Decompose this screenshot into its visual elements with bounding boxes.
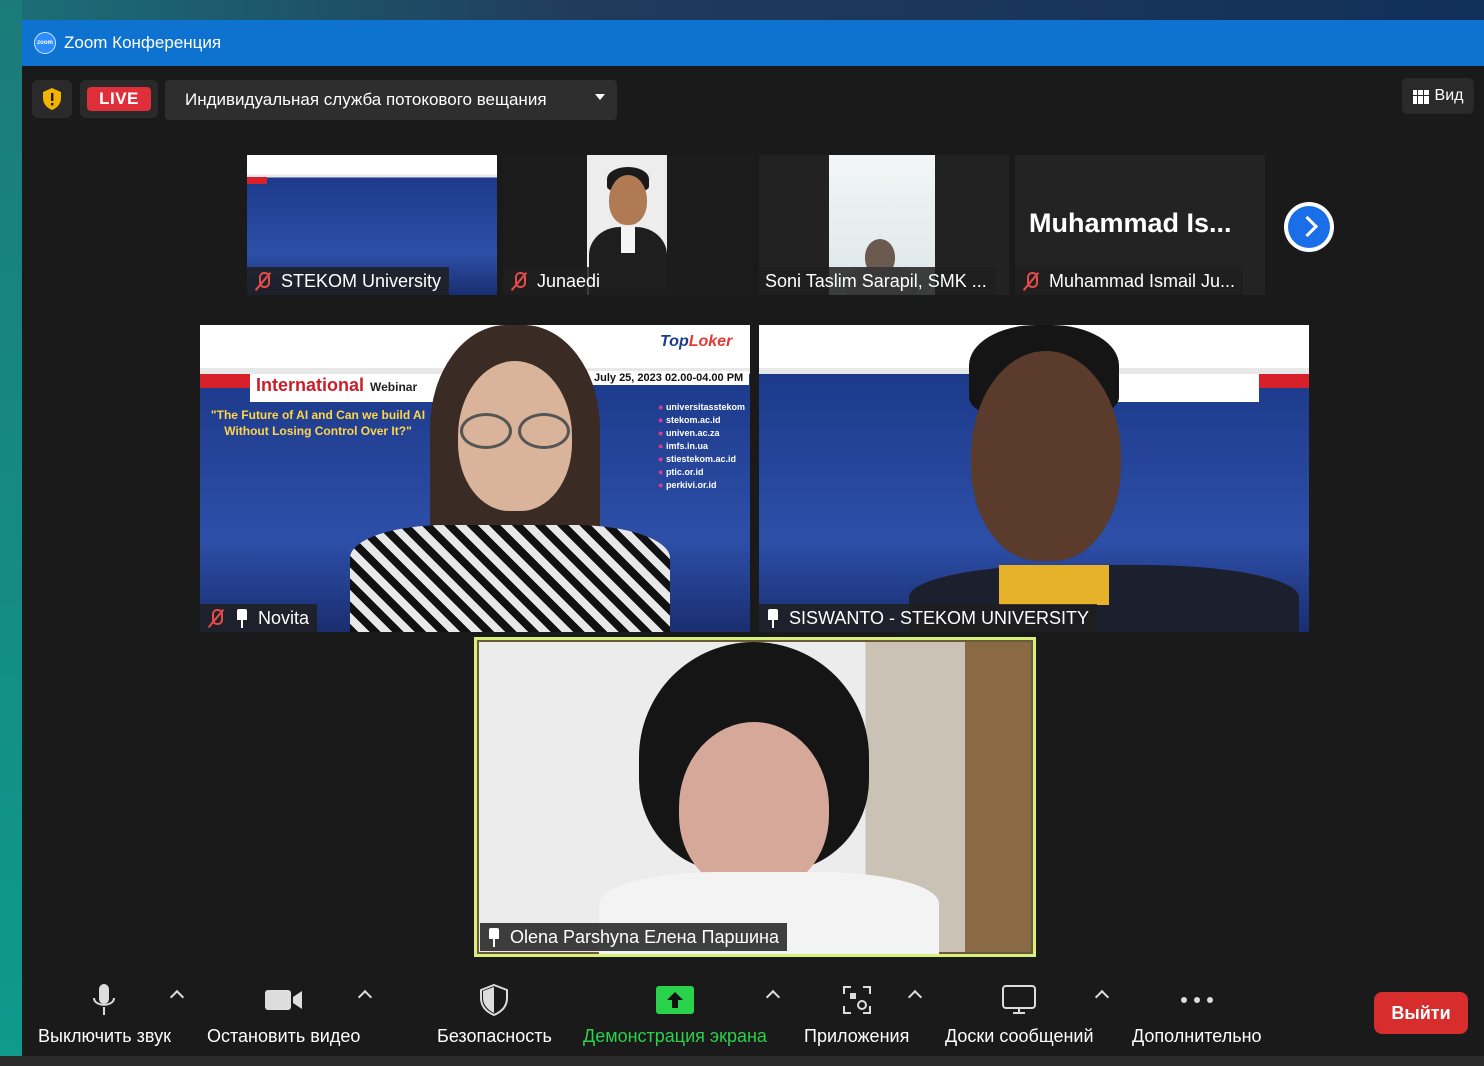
spotlight-pin-icon: [765, 608, 781, 628]
participant-name-tag: SISWANTO - STEKOM UNIVERSITY: [759, 604, 1098, 632]
chevron-down-icon: [595, 94, 605, 100]
whiteboard-icon: [1002, 980, 1037, 1020]
muted-microphone-icon: [206, 608, 226, 628]
participant-name-tag: Novita: [200, 604, 318, 632]
leave-button[interactable]: Выйти: [1374, 992, 1468, 1034]
stop-video-button[interactable]: Остановить видео: [207, 980, 360, 1056]
participant-name-tag: Junaedi: [503, 267, 609, 295]
thumbnail-tile-stekom[interactable]: STEKOM University: [247, 155, 497, 295]
participant-name: SISWANTO - STEKOM UNIVERSITY: [789, 607, 1090, 628]
gallery-view-icon: [1412, 89, 1429, 104]
desktop-top-strip: [0, 0, 1484, 20]
muted-microphone-icon: [1021, 271, 1041, 291]
desktop-left-strip: [0, 0, 22, 1066]
participant-name: Olena Parshyna Елена Паршина: [510, 926, 779, 947]
participant-name-tag: STEKOM University: [247, 267, 450, 295]
thumbnail-tile-junaedi[interactable]: Junaedi: [503, 155, 753, 295]
security-label: Безопасность: [437, 1026, 552, 1046]
more-dots-icon: [1180, 980, 1214, 1020]
video-tile-novita[interactable]: International Webinar "The Future of AI a…: [200, 325, 750, 632]
apps-options-chevron-icon[interactable]: [907, 989, 923, 1005]
more-button[interactable]: Дополнительно: [1132, 980, 1262, 1056]
participant-name: Junaedi: [537, 270, 601, 291]
participant-name: Muhammad Ismail Ju...: [1049, 270, 1236, 291]
participant-name-tag: Soni Taslim Sarapil, SMK ...: [759, 267, 995, 295]
zoom-meeting-window: zoom Zoom Конференция LIVE Индивидуальна…: [22, 20, 1484, 1056]
mute-button[interactable]: Выключить звук: [38, 980, 171, 1056]
participant-name: Soni Taslim Sarapil, SMK ...: [765, 270, 987, 291]
share-screen-icon: [655, 980, 694, 1020]
live-badge: LIVE: [87, 87, 151, 111]
participant-name: STEKOM University: [281, 270, 442, 291]
title-bar: zoom Zoom Конференция: [22, 20, 1484, 66]
mute-label: Выключить звук: [38, 1026, 171, 1046]
security-shield-icon: [43, 88, 61, 110]
more-label: Дополнительно: [1132, 1026, 1262, 1046]
participant-name-tag: Olena Parshyna Елена Паршина: [480, 923, 787, 951]
video-tile-olena-active-speaker[interactable]: Olena Parshyna Елена Паршина: [474, 637, 1036, 957]
stop-video-label: Остановить видео: [207, 1026, 361, 1046]
taskbar-strip: [0, 1056, 1484, 1066]
apps-button[interactable]: Приложения: [804, 980, 909, 1056]
muted-microphone-icon: [253, 271, 273, 291]
participant-video: [909, 325, 1299, 632]
share-screen-label: Демонстрация экрана: [583, 1026, 767, 1046]
live-indicator[interactable]: LIVE: [80, 80, 158, 118]
share-screen-button[interactable]: Демонстрация экрана: [583, 980, 767, 1056]
whiteboards-label: Доски сообщений: [945, 1026, 1094, 1046]
window-title: Zoom Конференция: [64, 33, 222, 52]
thumbnail-tile-soni[interactable]: Soni Taslim Sarapil, SMK ...: [759, 155, 1009, 295]
participant-avatar-name: Muhammad Is...: [1029, 208, 1232, 238]
view-label: Вид: [1434, 87, 1464, 104]
thumbnail-tile-muhammad[interactable]: Muhammad Is... Muhammad Ismail Ju...: [1015, 155, 1265, 295]
stream-service-label: Индивидуальная служба потокового вещания: [185, 90, 547, 109]
next-page-button[interactable]: [1284, 202, 1334, 252]
apps-label: Приложения: [804, 1026, 910, 1046]
meeting-top-bar: LIVE Индивидуальная служба потокового ве…: [22, 78, 1484, 122]
video-tile-siswanto[interactable]: SISWANTO - STEKOM UNIVERSITY: [759, 325, 1309, 632]
participant-name: Novita: [258, 607, 310, 628]
muted-microphone-icon: [509, 271, 529, 291]
shield-icon: [479, 980, 509, 1020]
security-button[interactable]: Безопасность: [437, 980, 552, 1056]
whiteboard-options-chevron-icon[interactable]: [1094, 989, 1110, 1005]
video-camera-icon: [264, 980, 304, 1020]
microphone-icon: [91, 980, 117, 1020]
participant-name-tag: Muhammad Ismail Ju...: [1015, 267, 1244, 295]
view-button[interactable]: Вид: [1402, 78, 1474, 114]
spotlight-pin-icon: [486, 927, 502, 947]
participant-video: [340, 325, 680, 632]
audio-options-chevron-icon[interactable]: [169, 989, 185, 1005]
whiteboards-button[interactable]: Доски сообщений: [945, 980, 1094, 1056]
participant-video: [479, 642, 1031, 954]
stream-service-dropdown[interactable]: Индивидуальная служба потокового вещания: [165, 80, 617, 120]
spotlight-pin-icon: [234, 608, 250, 628]
chevron-right-icon: [1288, 206, 1330, 248]
meeting-controls-toolbar: Выключить звук Остановить видео Безопасн…: [22, 980, 1484, 1056]
meeting-info-button[interactable]: [32, 80, 72, 118]
share-options-chevron-icon[interactable]: [765, 989, 781, 1005]
zoom-logo-icon: zoom: [34, 32, 56, 54]
apps-icon: [842, 980, 872, 1020]
